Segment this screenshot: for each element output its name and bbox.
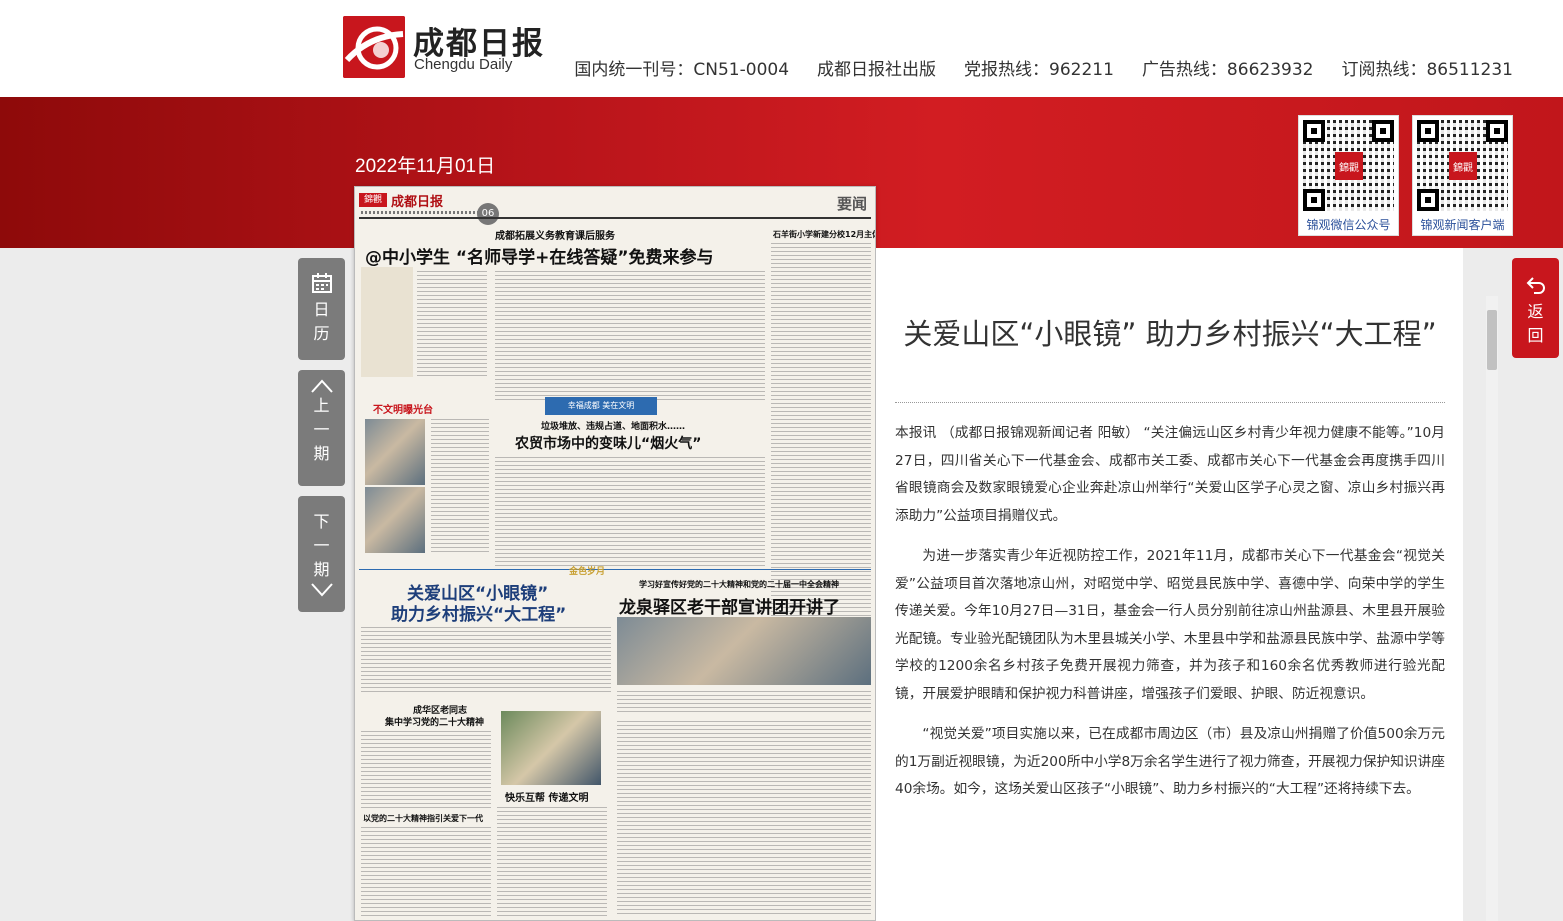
scrollbar-thumb[interactable] [1487, 310, 1497, 370]
paper-side-headline: 石羊街小学新建分校12月主体封顶 [773, 230, 875, 239]
paper-headline-4: 龙泉驿区老干部宣讲团开讲了 [619, 598, 840, 618]
paper-brand-badge: 錦觀 [359, 193, 387, 207]
paper-kicker-2: 垃圾堆放、违规占道、地面积水…… [541, 422, 686, 432]
qr-wechat[interactable]: 錦觀 锦观微信公众号 [1298, 115, 1399, 236]
chengdu-daily-logo[interactable]: 成都日报 Chengdu Daily [343, 16, 543, 78]
prev-issue-button[interactable]: 上 一 期 [298, 370, 345, 486]
article-paragraph: 为进一步落实青少年近视防控工作，2021年11月，成都市关心下一代基金会“视觉关… [895, 548, 1445, 702]
paper-headline-1: @中小学生 “名师导学+在线答疑”免费来参与 [365, 248, 714, 268]
paper-headline-2: 农贸市场中的变味儿“烟火气” [515, 436, 702, 452]
article-paragraph: 本报讯 （成都日报锦观新闻记者 阳敏） “关注偏远山区乡村青少年视力健康不能等。… [895, 425, 1445, 524]
newspaper-page-image[interactable]: 錦觀 成都日报 06 要闻 成都拓展义务教育课后服务 @中小学生 “名师导学+在… [354, 186, 876, 921]
paper-golden-tag: 金色岁月 [569, 567, 606, 577]
paper-column-tag: 不文明曝光台 [373, 405, 433, 416]
issue-date: 2022年11月01日 [355, 156, 496, 177]
return-arrow-icon [1526, 277, 1545, 294]
qr-brand-badge: 錦觀 [1449, 152, 1477, 180]
publisher-info: 成都日报社出版 [817, 60, 937, 80]
subscription-hotline: 订阅热线：86511231 [1341, 60, 1513, 80]
qr-app[interactable]: 錦觀 锦观新闻客户端 [1412, 115, 1513, 236]
logo-emblem-icon [343, 16, 405, 78]
chevron-up-icon [310, 379, 333, 393]
qr-brand-badge: 錦觀 [1335, 152, 1363, 180]
party-hotline: 党报热线：962211 [964, 60, 1114, 80]
calendar-icon [311, 273, 332, 293]
ad-hotline: 广告热线：86623932 [1141, 60, 1314, 80]
article-divider [895, 402, 1445, 403]
qr-caption: 锦观新闻客户端 [1413, 215, 1512, 235]
paper-banner: 幸福成都 美在文明 [545, 397, 657, 415]
scrollbar-track[interactable] [1486, 296, 1498, 921]
article-body: 本报讯 （成都日报锦观新闻记者 阳敏） “关注偏远山区乡村青少年视力健康不能等。… [895, 420, 1445, 817]
section-label: 要闻 [836, 195, 867, 213]
paper-subhead-7: 以党的二十大精神指引关爱下一代 [363, 814, 483, 823]
issn-info: 国内统一刊号：CN51-0004 [574, 60, 790, 80]
paper-masthead: 成都日报 [391, 195, 444, 210]
top-header: 成都日报 Chengdu Daily 国内统一刊号：CN51-0004 成都日报… [0, 0, 1563, 97]
paper-subhead-5b: 集中学习党的二十大精神 [385, 718, 485, 728]
paper-headline-3b: 助力乡村振兴“大工程” [391, 605, 567, 625]
logo-english-name: Chengdu Daily [414, 56, 513, 73]
next-issue-button[interactable]: 下 一 期 [298, 496, 345, 612]
paper-headline-6: 快乐互帮 传递文明 [505, 793, 589, 804]
qr-caption: 锦观微信公众号 [1299, 215, 1398, 235]
article-title: 关爱山区“小眼镜” 助力乡村振兴“大工程” [903, 317, 1437, 351]
paper-kicker-4: 学习好宣传好党的二十大精神和党的二十届一中全会精神 [639, 580, 839, 589]
paper-kicker-1: 成都拓展义务教育课后服务 [495, 231, 615, 242]
chevron-down-icon [310, 583, 333, 597]
page-number-badge: 06 [477, 203, 499, 225]
calendar-button[interactable]: 日 历 [298, 258, 345, 360]
back-button[interactable]: 返 回 [1512, 258, 1559, 358]
header-info: 国内统一刊号：CN51-0004 成都日报社出版 党报热线：962211 广告热… [574, 55, 1513, 80]
article-paragraph: “视觉关爱”项目实施以来，已在成都市周边区（市）县及凉山州捐赠了价值500余万元… [895, 726, 1445, 797]
